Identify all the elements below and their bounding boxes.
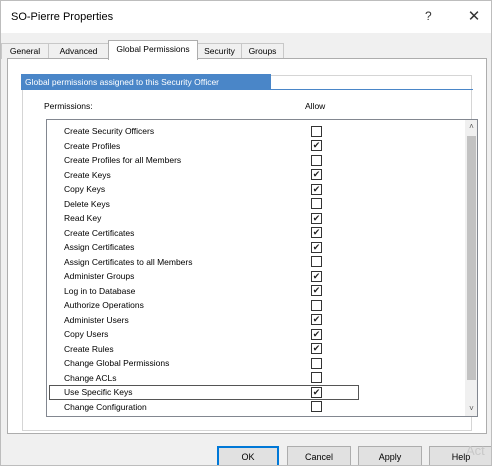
allow-checkbox[interactable] <box>311 357 322 369</box>
permission-label: Administer Users <box>64 314 129 325</box>
permission-label: Create Certificates <box>64 227 135 238</box>
permission-label: Create Profiles <box>64 140 121 151</box>
window-title: SO-Pierre Properties <box>11 11 114 23</box>
allow-checkbox[interactable] <box>311 198 322 209</box>
permission-label: Authorize Operations <box>64 300 144 310</box>
tab-groups[interactable]: Groups <box>241 43 284 59</box>
properties-dialog: SO-Pierre Properties ? ✕ General Advance… <box>0 0 492 466</box>
allow-checkbox[interactable] <box>311 183 322 195</box>
activation-watermark: Act <box>466 443 485 458</box>
permissions-column-header: Permissions: <box>44 101 93 111</box>
allow-checkbox[interactable] <box>311 212 322 224</box>
allow-checkbox[interactable] <box>311 314 322 325</box>
tab-advanced[interactable]: Advanced <box>48 43 109 59</box>
allow-checkbox[interactable] <box>311 241 322 253</box>
allow-checkbox[interactable] <box>311 125 322 137</box>
permission-label: Create Security Officers <box>64 126 155 136</box>
permission-label: Log in to Database <box>64 285 136 296</box>
allow-checkbox[interactable] <box>311 386 322 398</box>
tab-global-permissions[interactable]: Global Permissions <box>108 40 198 60</box>
permission-row[interactable]: Administer Users <box>47 313 465 328</box>
permission-row[interactable]: Administer Groups <box>47 269 465 284</box>
permission-row[interactable]: Assign Certificates to all Members <box>47 255 465 270</box>
tab-general[interactable]: General <box>1 43 49 59</box>
permission-row[interactable]: Create Certificates <box>47 226 465 241</box>
tab-security[interactable]: Security <box>197 43 242 59</box>
allow-checkbox[interactable] <box>311 227 322 238</box>
permission-label: Copy Users <box>64 329 109 339</box>
permission-row[interactable]: Change ACLs <box>47 371 465 386</box>
scroll-thumb[interactable] <box>467 136 476 380</box>
permission-row[interactable]: Copy Keys <box>47 182 465 197</box>
permission-label: Delete Keys <box>64 198 110 209</box>
permission-row[interactable]: Assign Certificates <box>47 240 465 255</box>
apply-button[interactable]: Apply <box>358 446 422 465</box>
permission-label: Copy Keys <box>64 184 106 194</box>
close-icon[interactable]: ✕ <box>461 6 487 28</box>
cancel-button[interactable]: Cancel <box>287 446 351 465</box>
permission-row[interactable]: Use Specific Keys <box>47 385 465 400</box>
permission-label: Use Specific Keys <box>64 387 133 397</box>
permissions-list[interactable]: Create Security Officers Create Profiles C… <box>46 119 478 417</box>
ok-button[interactable]: OK <box>217 446 279 465</box>
allow-checkbox[interactable] <box>311 328 322 340</box>
permission-row[interactable]: Read Key <box>47 211 465 226</box>
allow-checkbox[interactable] <box>311 140 322 151</box>
help-icon[interactable]: ? <box>425 9 432 23</box>
allow-checkbox[interactable] <box>311 285 322 296</box>
permission-label: Change ACLs <box>64 372 117 383</box>
group-header: Global permissions assigned to this Secu… <box>21 74 271 90</box>
permission-label: Assign Certificates to all Members <box>64 256 193 267</box>
permission-row[interactable]: Create Profiles <box>47 139 465 154</box>
allow-column-header: Allow <box>305 101 326 111</box>
allow-checkbox[interactable] <box>311 343 322 354</box>
permission-label: Change Global Permissions <box>64 358 170 368</box>
tab-page: Global permissions assigned to this Secu… <box>7 58 487 434</box>
tab-strip: General Advanced Global Permissions Secu… <box>1 40 491 60</box>
allow-checkbox[interactable] <box>311 154 322 166</box>
allow-checkbox[interactable] <box>311 256 322 267</box>
permission-label: Read Key <box>64 213 102 223</box>
title-bar: SO-Pierre Properties ? ✕ <box>1 1 491 33</box>
allow-checkbox[interactable] <box>311 401 322 412</box>
scroll-down-icon[interactable]: ˅ <box>465 402 477 416</box>
permission-label: Assign Certificates <box>64 242 135 252</box>
allow-checkbox[interactable] <box>311 169 322 180</box>
permission-label: Create Profiles for all Members <box>64 155 182 165</box>
vertical-scrollbar[interactable]: ˄ ˅ <box>465 120 477 416</box>
permission-row[interactable]: Create Profiles for all Members <box>47 153 465 168</box>
scroll-up-icon[interactable]: ˄ <box>465 120 477 134</box>
permission-row[interactable]: Log in to Database <box>47 284 465 299</box>
permission-row[interactable]: Copy Users <box>47 327 465 342</box>
permission-label: Create Keys <box>64 169 111 180</box>
permission-label: Change Configuration <box>64 401 147 412</box>
permission-row[interactable]: Change Configuration <box>47 400 465 415</box>
allow-checkbox[interactable] <box>311 299 322 311</box>
permission-row[interactable]: Delete Keys <box>47 197 465 212</box>
permission-label: Create Rules <box>64 343 114 354</box>
permission-row[interactable]: Create Rules <box>47 342 465 357</box>
permission-label: Administer Groups <box>64 271 135 281</box>
group-header-underline <box>21 89 473 90</box>
permission-row[interactable]: Change Global Permissions <box>47 356 465 371</box>
permission-row[interactable]: Create Keys <box>47 168 465 183</box>
allow-checkbox[interactable] <box>311 270 322 282</box>
allow-checkbox[interactable] <box>311 372 322 383</box>
permission-row[interactable]: Create Security Officers <box>47 124 465 139</box>
permission-row[interactable]: Authorize Operations <box>47 298 465 313</box>
